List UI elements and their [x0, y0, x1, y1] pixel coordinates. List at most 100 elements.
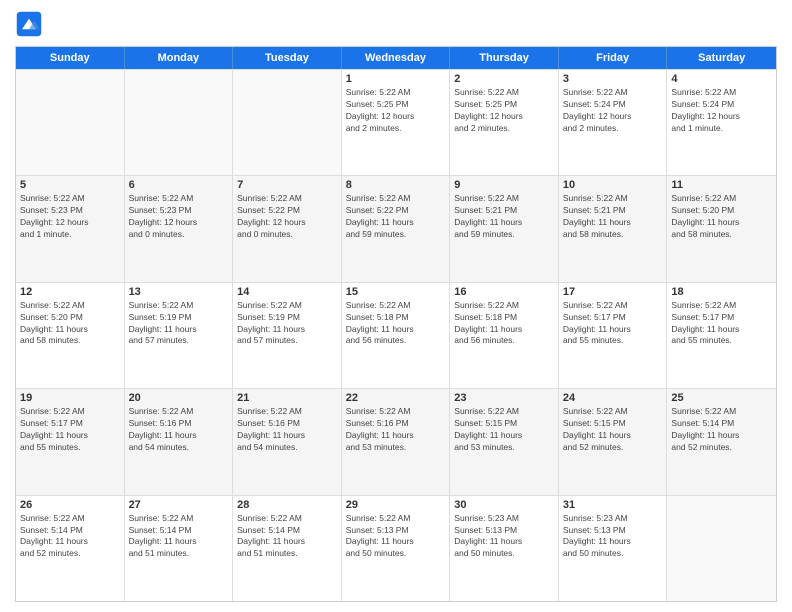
cell-info: Sunrise: 5:22 AM Sunset: 5:16 PM Dayligh…: [346, 406, 446, 454]
calendar-body: 1 Sunrise: 5:22 AM Sunset: 5:25 PM Daylig…: [16, 69, 776, 601]
cell-info: Sunrise: 5:22 AM Sunset: 5:20 PM Dayligh…: [671, 193, 772, 241]
day-cell-17: 17Sunrise: 5:22 AM Sunset: 5:17 PM Dayli…: [559, 283, 668, 388]
day-number: 27: [129, 499, 229, 511]
page: SundayMondayTuesdayWednesdayThursdayFrid…: [0, 0, 792, 612]
cell-info: Sunrise: 5:22 AM Sunset: 5:19 PM Dayligh…: [237, 300, 337, 348]
cell-info: Sunrise: 5:22 AM Sunset: 5:18 PM Dayligh…: [454, 300, 554, 348]
cell-info: Sunrise: 5:22 AM Sunset: 5:22 PM Dayligh…: [237, 193, 337, 241]
day-number: 10: [563, 179, 663, 191]
day-number: 26: [20, 499, 120, 511]
day-cell-25: 25 Sunrise: 5:22 AM Sunset: 5:14 PM Dayli…: [667, 389, 776, 494]
day-number: 5: [20, 179, 120, 191]
day-number: 8: [346, 179, 446, 191]
day-cell-23: 23 Sunrise: 5:22 AM Sunset: 5:15 PM Dayli…: [450, 389, 559, 494]
cell-info: Sunrise: 5:22 AM Sunset: 5:20 PM Dayligh…: [20, 300, 120, 348]
day-cell-14: 14 Sunrise: 5:22 AM Sunset: 5:19 PM Dayli…: [233, 283, 342, 388]
day-number: 31: [563, 499, 663, 511]
cell-info: Sunrise: 5:22 AM Sunset: 5:21 PM Dayligh…: [563, 193, 663, 241]
cell-info: Sunrise: 5:22 AM Sunset: 5:14 PM Dayligh…: [671, 406, 772, 454]
day-cell-1: 1Sunrise: 5:22 AM Sunset: 5:25 PM Daylig…: [342, 70, 451, 175]
cell-info: Sunrise: 5:22 AM Sunset: 5:22 PM Dayligh…: [346, 193, 446, 241]
day-number: 13: [129, 286, 229, 298]
logo-icon: [15, 10, 43, 38]
cell-info: Sunrise: 5:22 AM Sunset: 5:13 PM Dayligh…: [346, 513, 446, 561]
day-cell-8: 8 Sunrise: 5:22 AM Sunset: 5:22 PM Daylig…: [342, 176, 451, 281]
weekday-header-friday: Friday: [559, 47, 668, 69]
logo: [15, 10, 47, 38]
day-cell-24: 24Sunrise: 5:22 AM Sunset: 5:15 PM Dayli…: [559, 389, 668, 494]
cell-info: Sunrise: 5:22 AM Sunset: 5:14 PM Dayligh…: [129, 513, 229, 561]
day-number: 20: [129, 392, 229, 404]
weekday-header-wednesday: Wednesday: [342, 47, 451, 69]
day-cell-31: 31 Sunrise: 5:23 AM Sunset: 5:13 PM Dayli…: [559, 496, 668, 601]
day-number: 11: [671, 179, 772, 191]
empty-cell: [667, 496, 776, 601]
day-cell-5: 5Sunrise: 5:22 AM Sunset: 5:23 PM Daylig…: [16, 176, 125, 281]
day-number: 19: [20, 392, 120, 404]
cell-info: Sunrise: 5:22 AM Sunset: 5:15 PM Dayligh…: [454, 406, 554, 454]
day-cell-7: 7 Sunrise: 5:22 AM Sunset: 5:22 PM Daylig…: [233, 176, 342, 281]
day-number: 7: [237, 179, 337, 191]
day-cell-22: 22 Sunrise: 5:22 AM Sunset: 5:16 PM Dayli…: [342, 389, 451, 494]
cell-info: Sunrise: 5:22 AM Sunset: 5:16 PM Dayligh…: [237, 406, 337, 454]
day-number: 12: [20, 286, 120, 298]
cell-info: Sunrise: 5:22 AM Sunset: 5:21 PM Dayligh…: [454, 193, 554, 241]
day-number: 15: [346, 286, 446, 298]
weekday-header-thursday: Thursday: [450, 47, 559, 69]
day-number: 2: [454, 73, 554, 85]
cell-info: Sunrise: 5:22 AM Sunset: 5:15 PM Dayligh…: [563, 406, 663, 454]
day-number: 22: [346, 392, 446, 404]
cell-info: Sunrise: 5:22 AM Sunset: 5:14 PM Dayligh…: [237, 513, 337, 561]
calendar-row-3: 19 Sunrise: 5:22 AM Sunset: 5:17 PM Dayli…: [16, 388, 776, 494]
day-number: 16: [454, 286, 554, 298]
empty-cell: [125, 70, 234, 175]
day-cell-20: 20 Sunrise: 5:22 AM Sunset: 5:16 PM Dayli…: [125, 389, 234, 494]
cell-info: Sunrise: 5:22 AM Sunset: 5:17 PM Dayligh…: [671, 300, 772, 348]
day-cell-16: 16 Sunrise: 5:22 AM Sunset: 5:18 PM Dayli…: [450, 283, 559, 388]
header: [15, 10, 777, 38]
day-number: 30: [454, 499, 554, 511]
day-cell-19: 19 Sunrise: 5:22 AM Sunset: 5:17 PM Dayli…: [16, 389, 125, 494]
day-number: 18: [671, 286, 772, 298]
day-number: 23: [454, 392, 554, 404]
cell-info: Sunrise: 5:22 AM Sunset: 5:16 PM Dayligh…: [129, 406, 229, 454]
cell-info: Sunrise: 5:23 AM Sunset: 5:13 PM Dayligh…: [563, 513, 663, 561]
day-number: 6: [129, 179, 229, 191]
day-number: 21: [237, 392, 337, 404]
cell-info: Sunrise: 5:22 AM Sunset: 5:17 PM Dayligh…: [20, 406, 120, 454]
day-cell-9: 9 Sunrise: 5:22 AM Sunset: 5:21 PM Daylig…: [450, 176, 559, 281]
cell-info: Sunrise: 5:22 AM Sunset: 5:14 PM Dayligh…: [20, 513, 120, 561]
day-number: 4: [671, 73, 772, 85]
day-cell-26: 26 Sunrise: 5:22 AM Sunset: 5:14 PM Dayli…: [16, 496, 125, 601]
day-cell-12: 12 Sunrise: 5:22 AM Sunset: 5:20 PM Dayli…: [16, 283, 125, 388]
calendar-header: SundayMondayTuesdayWednesdayThursdayFrid…: [16, 47, 776, 69]
day-cell-11: 11 Sunrise: 5:22 AM Sunset: 5:20 PM Dayli…: [667, 176, 776, 281]
cell-info: Sunrise: 5:22 AM Sunset: 5:25 PM Dayligh…: [454, 87, 554, 135]
day-number: 25: [671, 392, 772, 404]
cell-info: Sunrise: 5:22 AM Sunset: 5:19 PM Dayligh…: [129, 300, 229, 348]
day-number: 3: [563, 73, 663, 85]
cell-info: Sunrise: 5:22 AM Sunset: 5:24 PM Dayligh…: [563, 87, 663, 135]
day-number: 1: [346, 73, 446, 85]
weekday-header-sunday: Sunday: [16, 47, 125, 69]
cell-info: Sunrise: 5:22 AM Sunset: 5:18 PM Dayligh…: [346, 300, 446, 348]
calendar-row-4: 26 Sunrise: 5:22 AM Sunset: 5:14 PM Dayli…: [16, 495, 776, 601]
weekday-header-monday: Monday: [125, 47, 234, 69]
day-number: 14: [237, 286, 337, 298]
day-number: 9: [454, 179, 554, 191]
cell-info: Sunrise: 5:23 AM Sunset: 5:13 PM Dayligh…: [454, 513, 554, 561]
day-cell-4: 4Sunrise: 5:22 AM Sunset: 5:24 PM Daylig…: [667, 70, 776, 175]
day-number: 17: [563, 286, 663, 298]
cell-info: Sunrise: 5:22 AM Sunset: 5:23 PM Dayligh…: [129, 193, 229, 241]
day-cell-29: 29 Sunrise: 5:22 AM Sunset: 5:13 PM Dayli…: [342, 496, 451, 601]
day-cell-27: 27 Sunrise: 5:22 AM Sunset: 5:14 PM Dayli…: [125, 496, 234, 601]
weekday-header-tuesday: Tuesday: [233, 47, 342, 69]
calendar-row-2: 12 Sunrise: 5:22 AM Sunset: 5:20 PM Dayli…: [16, 282, 776, 388]
day-cell-13: 13 Sunrise: 5:22 AM Sunset: 5:19 PM Dayli…: [125, 283, 234, 388]
day-number: 29: [346, 499, 446, 511]
day-number: 28: [237, 499, 337, 511]
empty-cell: [16, 70, 125, 175]
day-cell-3: 3 Sunrise: 5:22 AM Sunset: 5:24 PM Daylig…: [559, 70, 668, 175]
empty-cell: [233, 70, 342, 175]
day-cell-2: 2 Sunrise: 5:22 AM Sunset: 5:25 PM Daylig…: [450, 70, 559, 175]
